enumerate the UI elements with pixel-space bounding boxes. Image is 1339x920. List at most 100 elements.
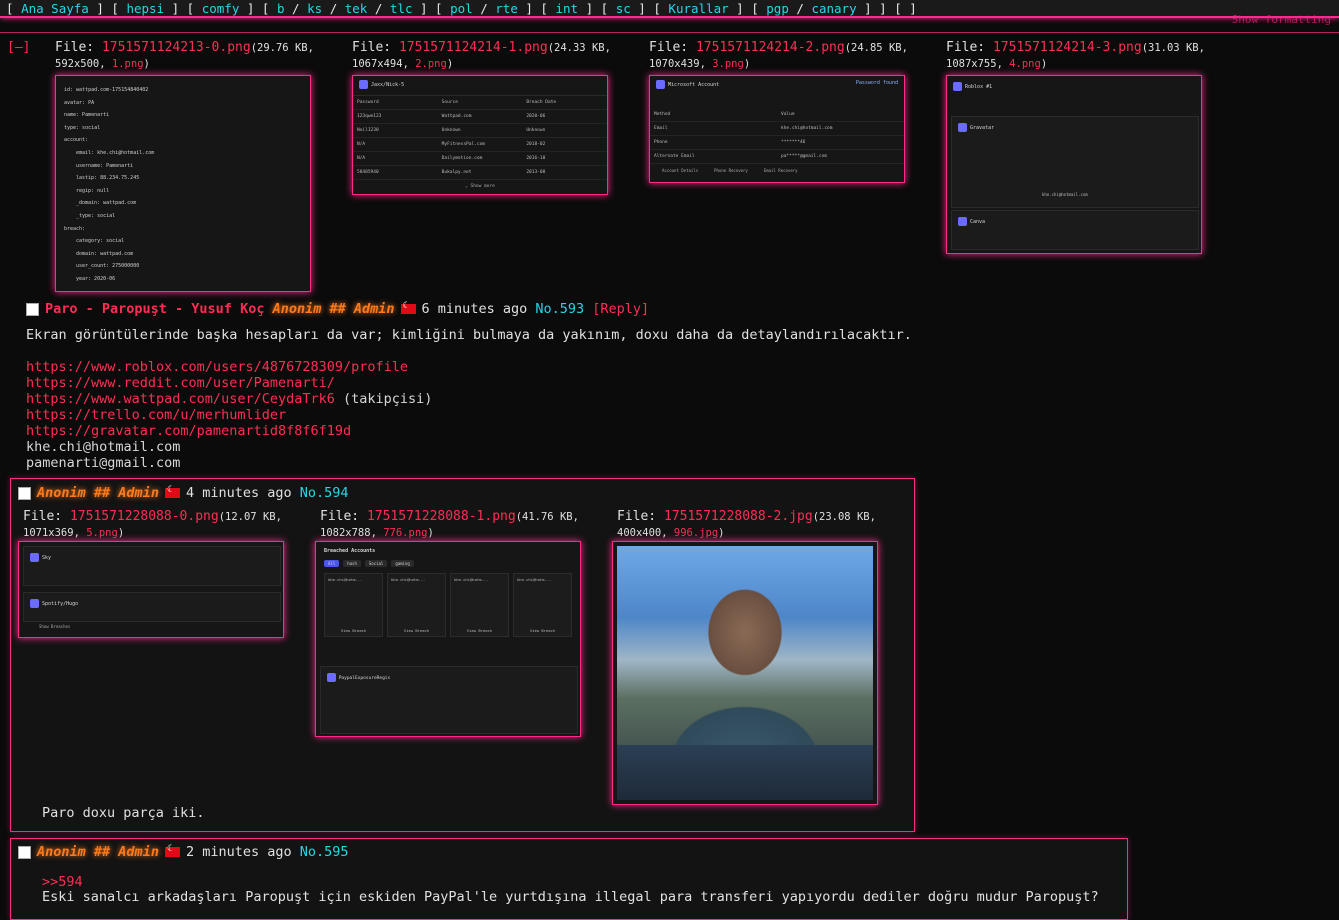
paren: ) <box>117 527 125 539</box>
nav-link-tek[interactable]: tek <box>345 1 368 16</box>
microsoft-icon <box>656 80 665 89</box>
nav-link-pol[interactable]: pol <box>450 1 473 16</box>
capcode: ## Admin <box>93 485 159 501</box>
reply-header: Anonim ## Admin 4 minutes ago No.594 <box>18 485 349 501</box>
external-link[interactable]: https://www.wattpad.com/user/CeydaTrk6 <box>26 391 335 407</box>
file-size: (23.08 KB, <box>812 511 876 523</box>
thumbnail-7-photo[interactable] <box>612 541 878 805</box>
bracket: ] [ <box>630 1 669 16</box>
original-filename[interactable]: 2.png <box>415 58 447 70</box>
show-formatting-link[interactable]: Show formatting <box>1232 13 1331 26</box>
file-info: File: 1751571124214-2.png(24.85 KB, 1070… <box>649 40 929 72</box>
avatar <box>30 599 39 608</box>
file-dims: 1071x369, <box>23 527 87 539</box>
table-header: Password Source Breach Date <box>353 96 607 110</box>
original-filename[interactable]: 4.png <box>1009 58 1041 70</box>
nav-link-hepsi[interactable]: hepsi <box>126 1 164 16</box>
json-line: _domain: wattpad.com <box>76 200 137 207</box>
external-link[interactable]: https://gravatar.com/pamenartid8f8f6f19d <box>26 423 351 439</box>
nav-link-tlc[interactable]: tlc <box>390 1 413 16</box>
post-number-link[interactable]: No.594 <box>300 485 349 501</box>
nav-link-b[interactable]: b <box>277 1 285 16</box>
file-label: File: <box>55 40 102 55</box>
nav-link-rte[interactable]: rte <box>495 1 518 16</box>
reply-link[interactable]: [Reply] <box>592 301 649 317</box>
post-number-link[interactable]: No.593 <box>535 301 584 317</box>
file-link[interactable]: 1751571124213-0.png <box>102 40 251 55</box>
file-size: (12.07 KB, <box>218 511 282 523</box>
file-link[interactable]: 1751571228088-1.png <box>367 509 516 524</box>
original-filename[interactable]: 1.png <box>112 58 144 70</box>
post-message: Paro doxu parça iki. <box>42 805 205 821</box>
select-checkbox[interactable] <box>18 486 31 500</box>
file-link[interactable]: 1751571228088-2.jpg <box>664 509 813 524</box>
avatar <box>953 82 962 91</box>
select-checkbox[interactable] <box>26 302 39 316</box>
thumbnail-4[interactable]: Roblox #1 Gravatar khe.chi@hotmail.com C… <box>946 75 1202 254</box>
nav-link-int[interactable]: int <box>556 1 579 16</box>
json-line: user_count: 275000000 <box>76 263 140 270</box>
avatar <box>359 80 368 89</box>
bracket: ] [ <box>239 1 277 16</box>
original-filename[interactable]: 996.jpg <box>674 527 718 539</box>
thumbnail-1[interactable]: id: wattpad.com-175154840402 avatar: PA na… <box>55 75 311 292</box>
external-link[interactable]: https://www.reddit.com/user/Pamenarti/ <box>26 375 335 391</box>
nav-link-pgp[interactable]: pgp <box>766 1 789 16</box>
table-row: 123qwe123 Wattpad.com 2020-06 <box>353 110 607 124</box>
bracket: / <box>284 1 308 16</box>
email-text: pamenarti@gmail.com <box>26 455 181 471</box>
thumbnail-5[interactable]: Sky Spotify/Hugo Show Breaches <box>18 541 284 638</box>
nav-link-ana-sayfa[interactable]: Ana Sayfa <box>21 1 89 16</box>
card-title: Canva <box>970 219 986 225</box>
file-link[interactable]: 1751571124214-1.png <box>399 40 548 55</box>
collapse-toggle[interactable]: [–] <box>7 40 30 55</box>
avatar <box>958 217 967 226</box>
nav-link-comfy[interactable]: comfy <box>202 1 240 16</box>
file-label: File: <box>23 509 70 524</box>
paren: ) <box>143 58 150 70</box>
card-title: PaypalExposureRegis <box>338 676 391 681</box>
bracket: ] ] [ ] <box>856 1 917 16</box>
bracket: ] [ <box>728 1 767 16</box>
json-record: id: wattpad.com-175154840402 avatar: PA na… <box>56 76 310 291</box>
paren: ) <box>446 58 454 70</box>
file-link[interactable]: 1751571124214-3.png <box>993 40 1142 55</box>
nav-link-sc[interactable]: sc <box>616 1 631 16</box>
tab-link: Account Details <box>662 168 699 173</box>
file-size: (29.76 KB, <box>250 42 314 54</box>
nav-link-canary[interactable]: canary <box>811 1 856 16</box>
avatar <box>30 553 39 562</box>
file-info: File: 1751571124214-3.png(31.03 KB, 1087… <box>946 40 1226 72</box>
card-title: Spotify/Hugo <box>42 601 79 607</box>
link-line: https://trello.com/u/merhumlider <box>26 407 432 423</box>
original-filename[interactable]: 5.png <box>86 527 118 539</box>
file-dims: 1082x788, <box>320 527 384 539</box>
file-link[interactable]: 1751571124214-2.png <box>696 40 845 55</box>
json-line: type: social <box>64 124 101 131</box>
divider <box>0 32 1339 33</box>
table-row: 58485940 Bukalpy.net 2013-08 <box>353 166 607 180</box>
post-number-link[interactable]: No.595 <box>300 844 349 860</box>
external-link[interactable]: https://trello.com/u/merhumlider <box>26 407 286 423</box>
original-filename[interactable]: 3.png <box>712 58 744 70</box>
email-value: khe.chi@hotmail.com <box>1042 192 1088 197</box>
json-line: regip: null <box>76 187 110 194</box>
card-title: Roblox #1 <box>965 84 993 90</box>
file-link[interactable]: 1751571228088-0.png <box>70 509 219 524</box>
external-link[interactable]: https://www.roblox.com/users/4876728309/… <box>26 359 408 375</box>
op-header: Paro - Paropuşt - Yusuf Koç Anonim ## Ad… <box>26 301 649 317</box>
thumbnail-6[interactable]: Breached Accounts All hash Social gaming kh… <box>315 541 581 737</box>
nav-link-ks[interactable]: ks <box>307 1 322 16</box>
original-filename[interactable]: 776.png <box>383 527 427 539</box>
thumbnail-3[interactable]: Microsoft Account Password found Method V… <box>649 75 905 183</box>
file-size: (41.76 KB, <box>515 511 579 523</box>
quote-link[interactable]: >>594 <box>42 874 83 890</box>
nav-link-kurallar[interactable]: Kurallar <box>668 1 728 16</box>
thumbnail-2[interactable]: Jaxx/Nick-5 Password Source Breach Date 123… <box>352 75 608 195</box>
link-line: https://www.roblox.com/users/4876728309/… <box>26 359 432 375</box>
file-dims: 1070x439, <box>649 58 713 70</box>
json-line: name: Pamenarti <box>64 112 110 119</box>
bracket: / <box>472 1 496 16</box>
select-checkbox[interactable] <box>18 845 31 859</box>
poster-name: Anonim <box>37 844 86 860</box>
